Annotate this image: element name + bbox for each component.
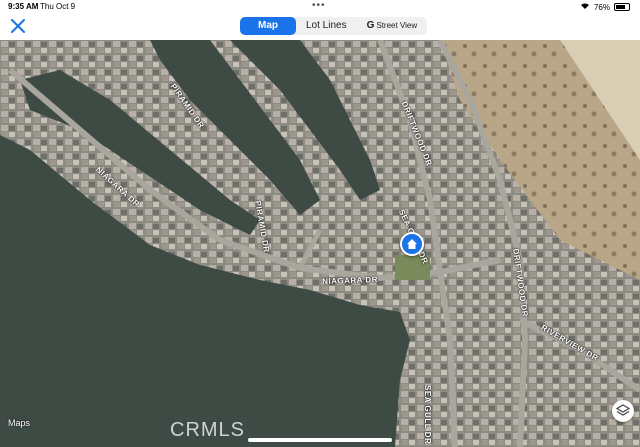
status-right: 76%: [580, 2, 630, 12]
home-icon: [407, 239, 417, 249]
toolbar: Map Lot Lines G Street View: [0, 14, 640, 40]
street-label: SEA GULL DR: [423, 385, 432, 445]
satellite-map[interactable]: NIAGARA DR PIRAMID DR PIRAMID DR NIAGARA…: [0, 40, 640, 447]
maps-attribution[interactable]: Maps: [6, 418, 30, 428]
multitasking-dots-icon[interactable]: •••: [312, 0, 326, 11]
battery-percent: 76%: [593, 2, 610, 12]
wifi-icon: [580, 2, 590, 12]
layers-icon: [616, 404, 630, 416]
maps-attribution-label: Maps: [8, 418, 31, 428]
google-g-icon: G: [366, 20, 375, 31]
status-date: Thu Oct 9: [40, 2, 76, 11]
tab-street-view-label: Street View: [376, 21, 418, 30]
tab-street-view[interactable]: G Street View: [357, 17, 428, 35]
tab-lot-lines[interactable]: Lot Lines: [296, 17, 357, 35]
status-bar: 9:35 AM Thu Oct 9 ••• 76%: [0, 0, 640, 14]
property-location-pin[interactable]: [400, 232, 424, 256]
crmls-watermark: CRMLS: [170, 419, 246, 441]
tab-map[interactable]: Map: [240, 17, 296, 35]
status-time: 9:35 AM: [8, 2, 39, 11]
home-indicator[interactable]: [248, 438, 392, 442]
satellite-imagery: [0, 40, 640, 447]
close-icon[interactable]: [10, 18, 26, 34]
view-segmented-control: Map Lot Lines G Street View: [240, 17, 428, 35]
map-layers-button[interactable]: [612, 400, 634, 422]
battery-icon: [614, 3, 630, 11]
